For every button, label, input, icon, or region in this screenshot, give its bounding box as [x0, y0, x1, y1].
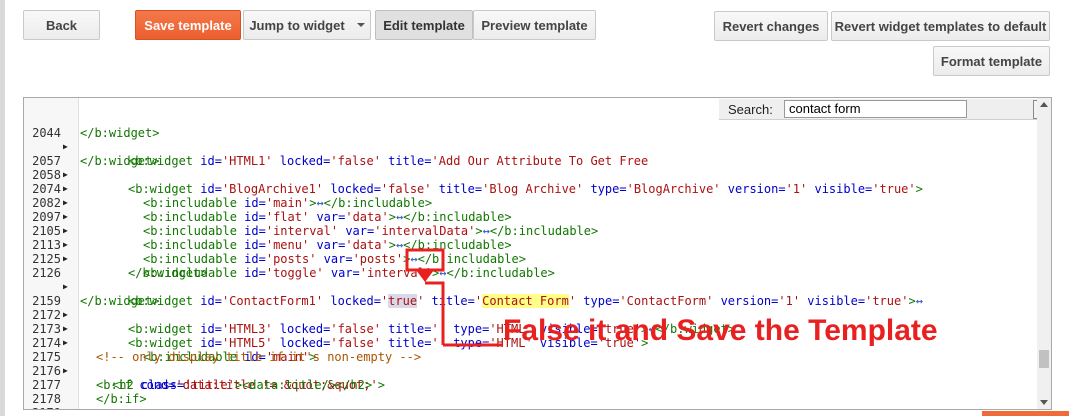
preview-template-tab[interactable]: Preview template	[473, 10, 596, 40]
code-line: 2177 </b:if>	[24, 364, 1038, 406]
save-template-button[interactable]: Save template	[135, 10, 241, 40]
code-line: 2057 ▶ <b:widget id='BlogArchive1' locke…	[24, 140, 1038, 196]
scrollbar-thumb[interactable]	[1039, 350, 1049, 368]
code-line: </b:widget>	[24, 266, 1038, 308]
code-line: </b:widget>	[24, 126, 1038, 168]
jump-to-widget-label: Jump to widget	[249, 17, 345, 33]
corner-tab	[982, 411, 1069, 416]
chevron-down-icon	[1040, 400, 1048, 405]
scroll-down-button[interactable]	[1037, 395, 1051, 409]
code-line: 2105 ▶ <b:includable id='posts' var='pos…	[24, 210, 1038, 266]
code-line: 2172 ▶ <b:widget id='HTML5' locked='fals…	[24, 294, 1038, 350]
code-line: 2113 ▶ <b:includable id='toggle' var='in…	[24, 224, 1038, 280]
code-line: 2126 ▶ <b:widget id='ContactForm1' locke…	[24, 252, 1038, 308]
code-line: 2178 ▶ <div class='widget-content'>	[24, 378, 1038, 409]
search-bar: Search: contact form X	[719, 99, 1051, 120]
search-label: Search:	[728, 102, 773, 117]
code-line: 2159 ▶ <b:widget id='HTML3' locked='fals…	[24, 280, 1038, 336]
edit-template-tab[interactable]: Edit template	[375, 10, 473, 40]
code-line: 2082 ▶ <b:includable id='interval' var='…	[24, 182, 1038, 238]
code-line: 2058 ▶ <b:includable id='main'>↔</b:incl…	[24, 154, 1038, 210]
code-line: 2074 ▶ <b:includable id='flat' var='data…	[24, 168, 1038, 224]
annotation-text: False it and Save the Template	[503, 314, 938, 347]
chevron-down-icon	[356, 23, 365, 27]
revert-changes-button[interactable]: Revert changes	[714, 11, 828, 41]
code-line: 2125 </b:widget>	[24, 238, 1038, 280]
scroll-up-button[interactable]	[1037, 98, 1051, 112]
back-button[interactable]: Back	[23, 10, 100, 40]
code-line: 2176 <h2 class='title'><data:title/></h2…	[24, 350, 1038, 392]
chevron-up-icon	[1040, 102, 1048, 107]
format-template-button[interactable]: Format template	[933, 46, 1050, 76]
line-number: 2179	[24, 406, 61, 409]
code-editor[interactable]: </b:widget> 2044 ▶ <b:widget id='HTML1' …	[23, 97, 1052, 410]
jump-to-widget-dropdown[interactable]: Jump to widget	[243, 10, 371, 40]
revert-widget-templates-button[interactable]: Revert widget templates to default	[831, 11, 1050, 41]
search-input[interactable]: contact form	[784, 100, 967, 118]
page-left-edge	[0, 0, 5, 416]
code-line: 2097 ▶ <b:includable id='menu' var='data…	[24, 196, 1038, 252]
code-line: 2179 <data:content/>	[24, 392, 1038, 409]
